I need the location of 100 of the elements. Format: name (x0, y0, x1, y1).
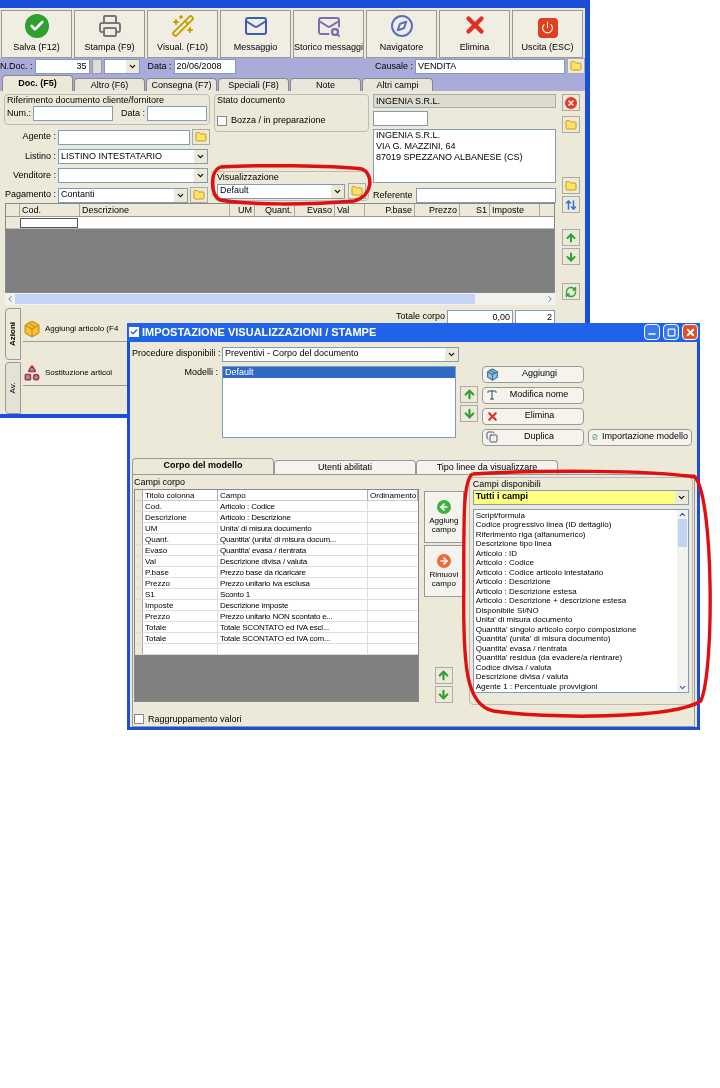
move-down-button[interactable] (460, 404, 478, 422)
horizontal-scrollbar[interactable] (5, 293, 555, 305)
checkbox[interactable] (217, 115, 227, 126)
toolbar-button[interactable]: Elimina (439, 10, 510, 58)
field-label: Venditore : (11, 168, 56, 182)
tab[interactable]: Altri campi (362, 78, 433, 91)
package-icon (23, 319, 41, 338)
list-item[interactable]: Default (223, 366, 455, 378)
move-up-button[interactable] (562, 229, 580, 246)
list-item[interactable]: Articolo : ID (475, 548, 675, 558)
scroll-thumb[interactable] (15, 294, 475, 304)
list-item[interactable]: Disponibile SI/NO (475, 605, 675, 615)
move-down-button[interactable] (562, 248, 580, 265)
checkbox[interactable] (134, 714, 144, 725)
dialog-button[interactable]: Duplica (482, 428, 584, 446)
list-item[interactable]: Agente 1 : Percentuale provvigioni (475, 681, 675, 691)
series-dropdown[interactable] (103, 58, 140, 74)
doc-number-field[interactable]: 35 (34, 58, 90, 74)
procedure-dropdown[interactable]: Preventivi - Corpo del documento (222, 346, 459, 362)
agente-field[interactable] (58, 129, 190, 145)
list-item[interactable]: Script/formula (475, 510, 675, 520)
close-button[interactable] (562, 94, 580, 111)
list-item[interactable]: Descrizione tipo linea (475, 539, 675, 549)
move-up-button[interactable] (434, 666, 453, 684)
customer-code-field[interactable] (373, 111, 428, 126)
compass-icon (389, 13, 414, 38)
tab[interactable]: Consegna (F7) (146, 78, 217, 91)
folder-button[interactable] (567, 58, 585, 75)
dialog-button[interactable]: Elimina (482, 407, 584, 425)
list-item[interactable]: Codice divisa / valuta (475, 662, 675, 672)
list-item[interactable]: Articolo : Codice (475, 558, 675, 568)
tab[interactable]: Tipo linee da visualizzare (416, 459, 558, 474)
scroll-thumb[interactable] (678, 518, 687, 547)
customer-address-field: INGENIA S.R.L. VIA G. MAZZINI, 64 87019 SPEZZANO ALBANESE (CS) (373, 129, 556, 183)
move-down-button[interactable] (434, 685, 453, 703)
tab[interactable]: Utenti abilitati (274, 459, 416, 474)
refresh-button[interactable] (562, 283, 580, 300)
minimize-button[interactable] (644, 324, 660, 341)
close-icon (684, 326, 696, 338)
list-item[interactable]: Unita' di misura documento (475, 615, 675, 625)
table-cell: Totale (143, 632, 218, 643)
toolbar-button[interactable]: Visual. (F10) (147, 10, 218, 58)
folder-button[interactable] (562, 116, 580, 133)
side-tab[interactable]: Azioni (5, 308, 21, 360)
toolbar-button[interactable]: Navigatore (366, 10, 437, 58)
spin-control[interactable] (91, 58, 102, 74)
side-tab[interactable]: Av. (5, 362, 21, 414)
folder-button[interactable] (192, 129, 210, 145)
folder-button[interactable] (348, 183, 366, 199)
list-item[interactable]: Quantita' evasa / rientrata (475, 643, 675, 653)
tab[interactable]: Note (290, 78, 361, 91)
add-field-button[interactable]: Aggiung campo (423, 490, 464, 543)
remove-field-button[interactable]: Rimuovi campo (423, 544, 464, 597)
sort-button[interactable] (562, 196, 580, 213)
maximize-button[interactable] (663, 324, 679, 341)
dialog-button[interactable]: Aggiungi (482, 365, 584, 383)
toolbar-button[interactable]: Messaggio (220, 10, 291, 58)
num-field[interactable] (33, 106, 113, 121)
display-dropdown[interactable]: Default (217, 183, 345, 199)
listino-dropdown[interactable]: LISTINO INTESTATARIO (58, 149, 208, 164)
list-item[interactable]: Articolo : Codice articolo intestatario (475, 567, 675, 577)
toolbar-button[interactable]: Salva (F12) (1, 10, 72, 58)
filter-dropdown[interactable]: Tutti i campi (472, 489, 689, 505)
list-item[interactable]: Codice progressivo linea (ID dettaglio) (475, 520, 675, 530)
dropdown-icon (675, 490, 688, 504)
list-item[interactable]: Descrizione divisa / valuta (475, 672, 675, 682)
tab[interactable]: Doc. (F5) (2, 75, 73, 91)
toolbar-button[interactable]: Uscita (ESC) (512, 10, 583, 58)
list-item[interactable]: Articolo : Descrizione + descrizione estesa (475, 596, 675, 606)
referente-field[interactable] (415, 188, 556, 203)
tab[interactable]: Corpo del modello (132, 457, 274, 474)
toolbar-button[interactable]: Stampa (F9) (74, 10, 145, 58)
folder-button[interactable] (190, 187, 208, 203)
group-title: Visualizzazione (217, 172, 280, 183)
move-up-button[interactable] (460, 385, 478, 403)
cell-editor[interactable] (20, 218, 78, 228)
list-item[interactable]: Quantita' singolo articolo corpo composizione (475, 624, 675, 634)
date-field[interactable]: 20/06/2008 (173, 58, 236, 74)
column-header: Cod. (20, 204, 80, 216)
dropdown-icon (125, 59, 139, 73)
toolbar-button[interactable]: Storico messaggi (293, 10, 364, 58)
list-item[interactable]: Articolo : Descrizione estesa (475, 586, 675, 596)
vertical-scrollbar[interactable] (677, 509, 688, 692)
tab[interactable]: Speciali (F8) (218, 78, 289, 91)
list-item[interactable]: Riferimento riga (alfanumerico) (475, 529, 675, 539)
list-item[interactable]: Articolo : Descrizione (475, 577, 675, 587)
field-label: N.Doc. : (0, 59, 33, 73)
list-item[interactable]: Quantita' residua (da evadere/a rientrare) (475, 653, 675, 663)
column-header: S1 (460, 204, 490, 216)
import-button[interactable]: Importazione modello (588, 428, 692, 446)
folder-button[interactable] (562, 177, 580, 194)
pagamento-dropdown[interactable]: Contanti (58, 187, 188, 203)
date-field[interactable] (147, 106, 207, 121)
tab[interactable]: Altro (F6) (74, 78, 145, 91)
venditore-dropdown[interactable] (58, 168, 208, 183)
causale-field[interactable]: VENDITA (415, 58, 565, 74)
arrow-up-icon (565, 231, 577, 244)
copy-icon (486, 431, 498, 443)
dialog-button[interactable]: Modifica nome (482, 386, 584, 404)
list-item[interactable]: Quantita' (unita' di misura documento) (475, 634, 675, 644)
